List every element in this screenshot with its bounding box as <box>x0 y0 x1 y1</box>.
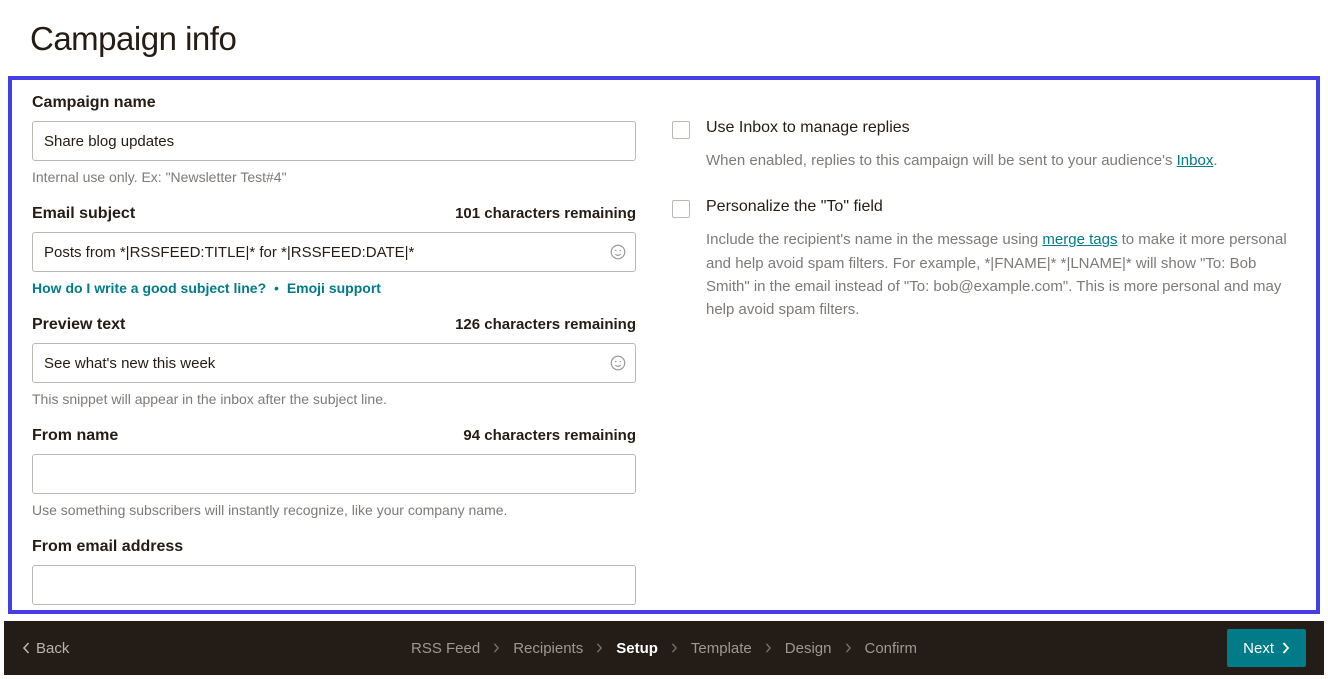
campaign-name-input[interactable] <box>32 121 636 161</box>
preview-text-label: Preview text <box>32 316 125 334</box>
chevron-right-icon <box>844 643 851 653</box>
footer-bar: Back RSS Feed Recipients Setup Template Desi… <box>4 621 1324 675</box>
email-subject-input[interactable] <box>32 232 636 272</box>
inbox-help-pre: When enabled, replies to this campaign w… <box>706 152 1177 169</box>
emoji-icon[interactable] <box>608 242 628 262</box>
email-subject-char-count: 101 characters remaining <box>455 205 636 222</box>
right-column: Use Inbox to manage replies When enabled… <box>672 94 1296 605</box>
next-label: Next <box>1243 640 1274 657</box>
campaign-name-label: Campaign name <box>32 94 156 112</box>
back-button[interactable]: Back <box>22 640 69 657</box>
personalize-option-label: Personalize the "To" field <box>706 198 883 216</box>
breadcrumb-step-recipients[interactable]: Recipients <box>513 640 583 657</box>
personalize-help-pre: Include the recipient's name in the mess… <box>706 231 1042 248</box>
from-name-input[interactable] <box>32 454 636 494</box>
chevron-right-icon <box>765 643 772 653</box>
chevron-left-icon <box>22 642 30 654</box>
merge-tags-link[interactable]: merge tags <box>1042 231 1117 248</box>
from-email-label: From email address <box>32 538 183 556</box>
campaign-name-help: Internal use only. Ex: "Newsletter Test#… <box>32 169 636 185</box>
breadcrumb-step-template[interactable]: Template <box>691 640 752 657</box>
from-name-block: From name 94 characters remaining Use so… <box>32 427 636 518</box>
personalize-option-help: Include the recipient's name in the mess… <box>706 228 1296 321</box>
preview-text-help: This snippet will appear in the inbox af… <box>32 391 636 407</box>
back-label: Back <box>36 640 69 657</box>
email-subject-links: How do I write a good subject line? • Em… <box>32 280 636 296</box>
from-email-input[interactable] <box>32 565 636 605</box>
form-highlight-box: Campaign name Internal use only. Ex: "Ne… <box>8 76 1320 614</box>
chevron-right-icon <box>493 643 500 653</box>
inbox-link[interactable]: Inbox <box>1177 152 1214 169</box>
chevron-right-icon <box>1282 642 1290 654</box>
inbox-help-post: . <box>1213 152 1217 169</box>
inbox-option-help: When enabled, replies to this campaign w… <box>706 149 1296 172</box>
inbox-option-row: Use Inbox to manage replies <box>672 119 1296 139</box>
chevron-right-icon <box>671 643 678 653</box>
page-title: Campaign info <box>0 0 1328 68</box>
breadcrumb-step-setup[interactable]: Setup <box>616 640 658 657</box>
preview-text-block: Preview text 126 characters remaining Th… <box>32 316 636 407</box>
link-separator: • <box>270 280 283 296</box>
next-button[interactable]: Next <box>1227 629 1306 667</box>
emoji-support-link[interactable]: Emoji support <box>287 280 381 296</box>
email-subject-label: Email subject <box>32 205 135 223</box>
from-name-help: Use something subscribers will instantly… <box>32 502 636 518</box>
left-column: Campaign name Internal use only. Ex: "Ne… <box>32 94 636 605</box>
breadcrumb-step-confirm[interactable]: Confirm <box>864 640 917 657</box>
inbox-option-label: Use Inbox to manage replies <box>706 119 910 137</box>
step-breadcrumb: RSS Feed Recipients Setup Template Design Con… <box>411 640 917 657</box>
from-name-char-count: 94 characters remaining <box>463 427 636 444</box>
breadcrumb-step-rss-feed[interactable]: RSS Feed <box>411 640 480 657</box>
preview-text-input[interactable] <box>32 343 636 383</box>
email-subject-block: Email subject 101 characters remaining H… <box>32 205 636 296</box>
from-name-label: From name <box>32 427 118 445</box>
inbox-checkbox[interactable] <box>672 121 690 139</box>
personalize-checkbox[interactable] <box>672 200 690 218</box>
personalize-option-row: Personalize the "To" field <box>672 198 1296 218</box>
chevron-right-icon <box>596 643 603 653</box>
emoji-icon[interactable] <box>608 353 628 373</box>
subject-line-help-link[interactable]: How do I write a good subject line? <box>32 280 266 296</box>
preview-text-char-count: 126 characters remaining <box>455 316 636 333</box>
breadcrumb-step-design[interactable]: Design <box>785 640 832 657</box>
campaign-name-block: Campaign name Internal use only. Ex: "Ne… <box>32 94 636 185</box>
from-email-block: From email address <box>32 538 636 605</box>
